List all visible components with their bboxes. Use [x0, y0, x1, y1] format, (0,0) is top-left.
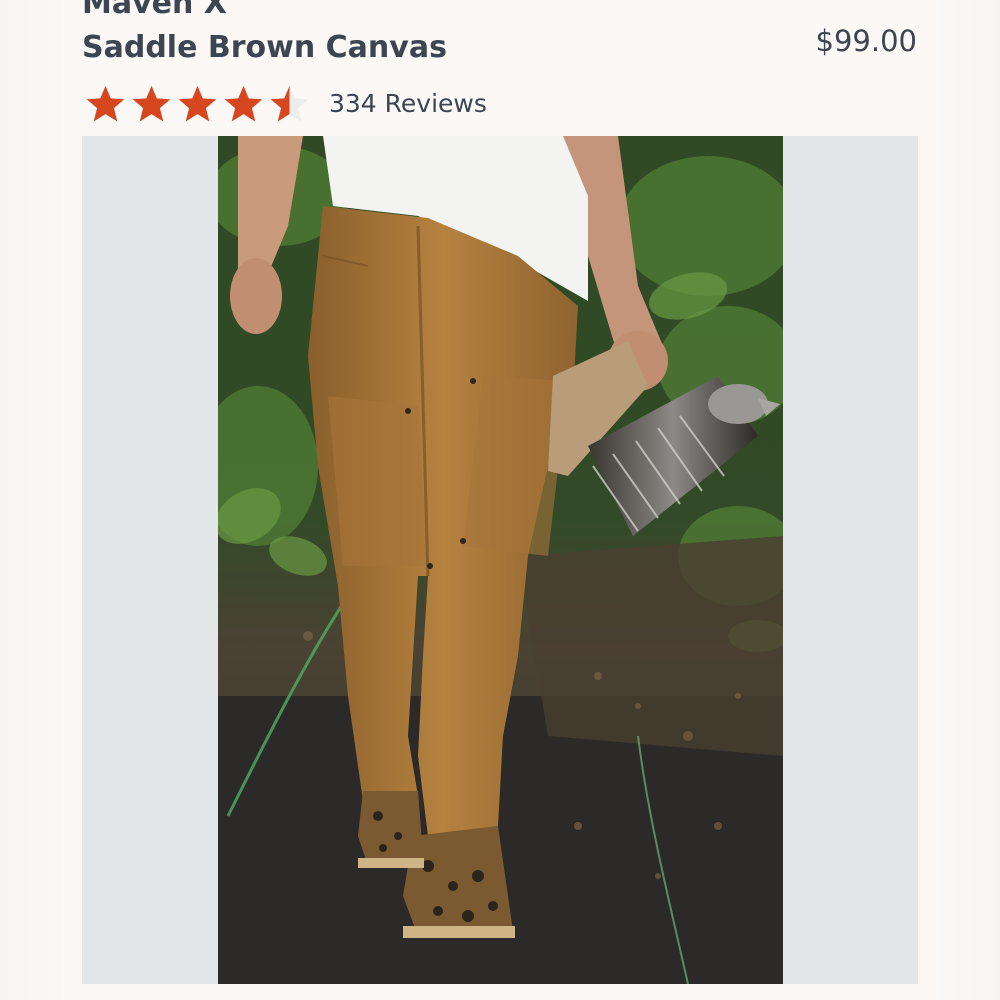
- page-background: Maven X Saddle Brown Canvas $99.00 334 R…: [0, 0, 1000, 1000]
- star-icon: [86, 85, 125, 122]
- product-price: $99.00: [815, 24, 917, 58]
- star-icon: [178, 85, 217, 122]
- star-icon: [132, 85, 171, 122]
- product-variant: Saddle Brown Canvas: [82, 30, 447, 65]
- half-star-icon: [270, 85, 309, 122]
- star-rating: [84, 83, 311, 126]
- rating-row[interactable]: 334 Reviews: [84, 82, 487, 126]
- reviews-link[interactable]: 334 Reviews: [329, 84, 487, 124]
- product-photo[interactable]: [218, 136, 783, 984]
- product-brand: Maven X: [82, 0, 227, 21]
- star-icon: [224, 85, 263, 122]
